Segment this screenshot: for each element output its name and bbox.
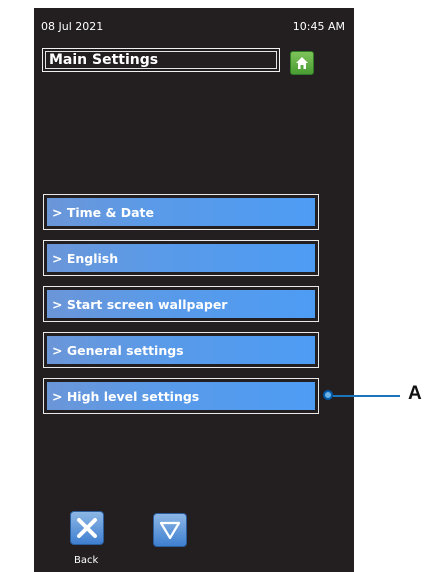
menu-item-wallpaper[interactable]: > Start screen wallpaper	[43, 286, 319, 322]
menu-item-label: > Time & Date	[52, 205, 155, 220]
page-title-box: Main Settings	[42, 48, 280, 72]
back-button[interactable]	[70, 511, 104, 545]
callout-dot	[323, 390, 333, 400]
status-time: 10:45 AM	[292, 20, 345, 33]
callout-letter: A	[408, 383, 422, 404]
triangle-down-icon	[159, 521, 181, 540]
home-icon	[296, 57, 308, 69]
status-bar: 08 Jul 2021 10:45 AM	[34, 8, 354, 38]
page-title: Main Settings	[49, 52, 159, 68]
menu-item-label: > High level settings	[52, 389, 200, 404]
menu-item-time-date[interactable]: > Time & Date	[43, 194, 319, 230]
device-screen: 08 Jul 2021 10:45 AM Main Settings > Tim…	[34, 8, 354, 572]
menu-item-label: > Start screen wallpaper	[52, 297, 228, 312]
menu-item-language[interactable]: > English	[43, 240, 319, 276]
status-date: 08 Jul 2021	[41, 20, 104, 33]
scroll-down-button[interactable]	[153, 513, 187, 547]
callout-line	[333, 395, 400, 397]
menu-item-label: > English	[52, 251, 119, 266]
close-x-icon	[77, 518, 97, 538]
menu-item-high-level-settings[interactable]: > High level settings	[43, 378, 319, 414]
back-label: Back	[74, 555, 99, 566]
menu-item-general-settings[interactable]: > General settings	[43, 332, 319, 368]
home-button[interactable]	[290, 51, 314, 75]
menu-item-label: > General settings	[52, 343, 184, 358]
